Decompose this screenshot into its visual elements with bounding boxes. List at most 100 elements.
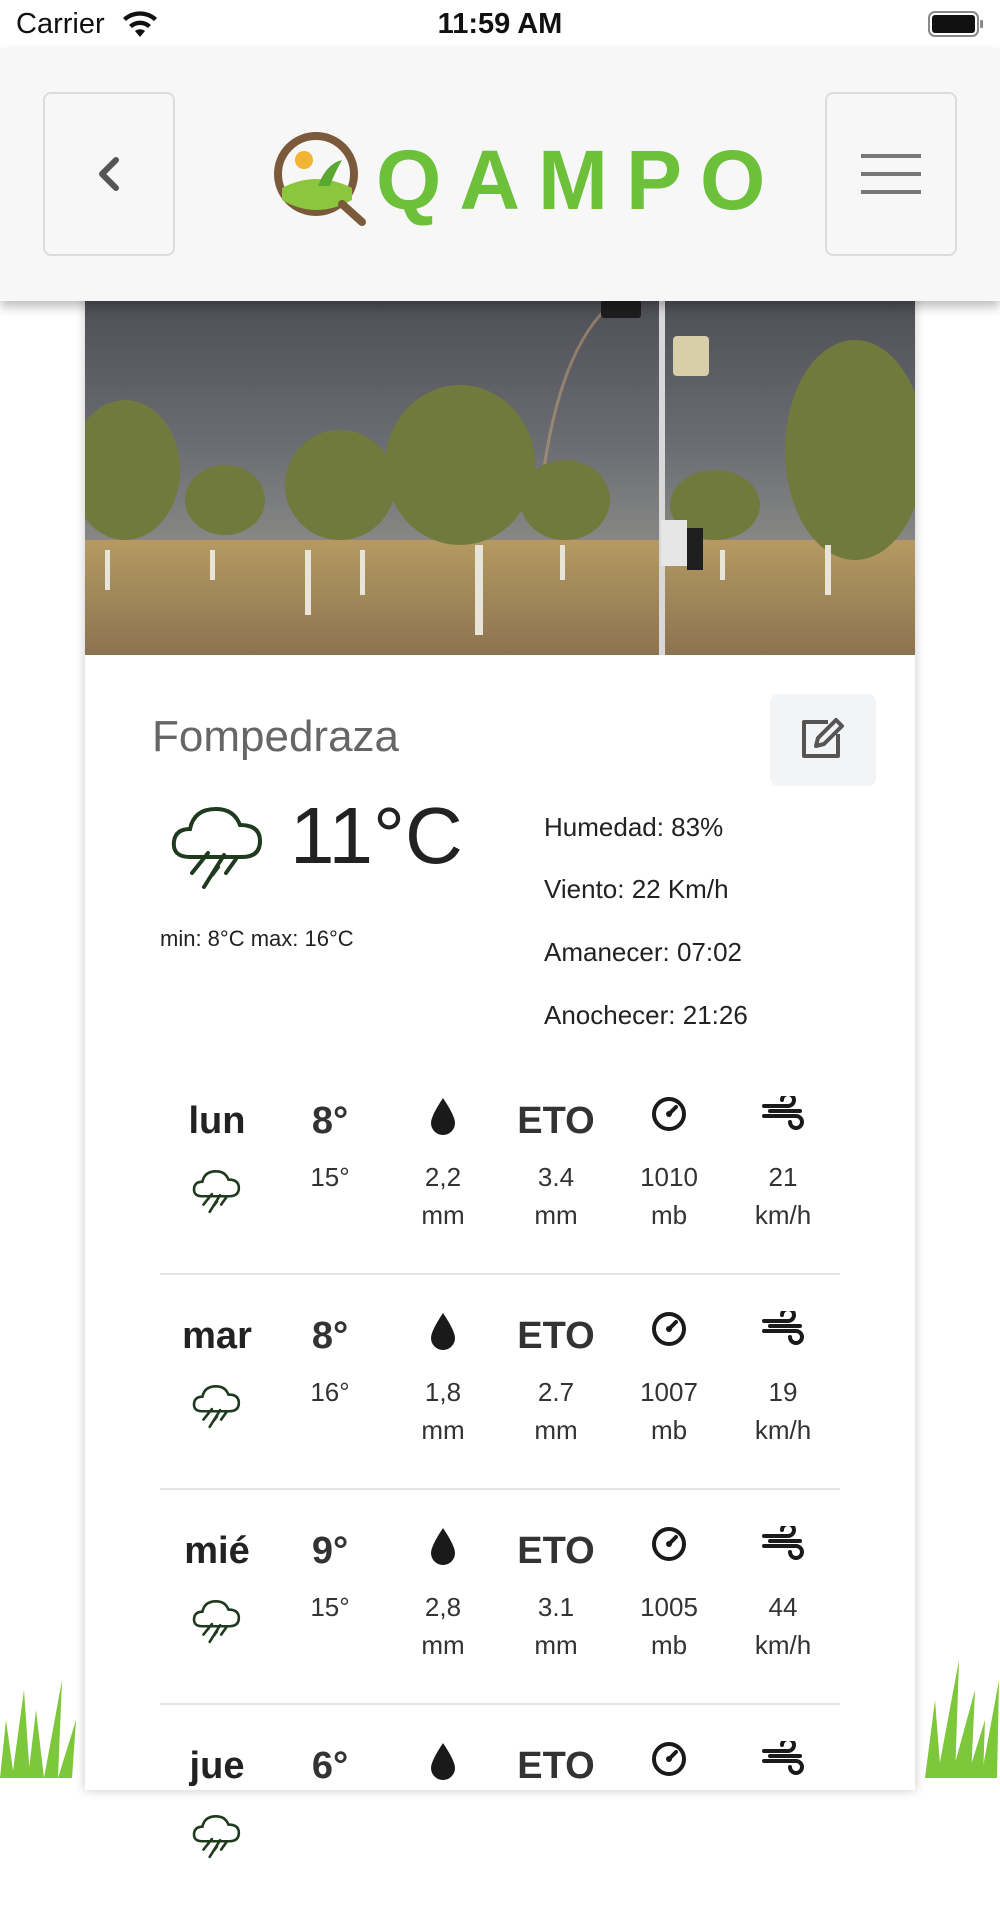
menu-button[interactable] xyxy=(825,92,957,256)
app-logo: QAMPO xyxy=(272,128,765,228)
rain-drop-icon xyxy=(431,1313,455,1350)
eto-unit: mm xyxy=(534,1415,578,1445)
rain-cloud-icon xyxy=(171,806,263,889)
eto-value: 2.7 xyxy=(537,1377,575,1407)
edit-icon xyxy=(802,718,844,758)
forecast-day: mar xyxy=(182,1315,252,1357)
forecast-pressure: 1007 mb xyxy=(612,1373,726,1449)
forecast-pressure: 1010 mb xyxy=(612,1158,726,1234)
forecast-eto: 3.1 mm xyxy=(499,1588,613,1664)
clock: 11:59 AM xyxy=(437,8,563,40)
rain-value: 1,8 xyxy=(424,1377,462,1407)
wind-value: 19 xyxy=(768,1377,798,1407)
forecast-high: 15° xyxy=(310,1162,350,1192)
forecast-low: 9° xyxy=(311,1530,349,1572)
pressure-unit: mb xyxy=(650,1200,688,1230)
eto-label: ETO xyxy=(517,1530,595,1572)
wind-icon-wrap xyxy=(726,1526,840,1570)
edit-button[interactable] xyxy=(770,694,876,786)
forecast-wind: 19 km/h xyxy=(726,1373,840,1449)
forecast-high: 15° xyxy=(310,1592,350,1622)
wind-unit: km/h xyxy=(754,1200,812,1230)
temperature-minmax: min: 8°C max: 16°C xyxy=(160,926,354,951)
rain-cloud-small-icon xyxy=(192,1814,241,1859)
rain-unit: mm xyxy=(421,1200,465,1230)
pressure-gauge-icon xyxy=(652,1742,686,1776)
rain-unit: mm xyxy=(421,1630,465,1660)
eto-label: ETO xyxy=(517,1100,595,1142)
wind-value: 21 xyxy=(768,1162,798,1192)
forecast-row: mar 8° 16° 1,8 mm ETO 2.7 mm 1007 mb 19 km/h xyxy=(160,1275,840,1490)
forecast-day: jue xyxy=(189,1745,245,1787)
wind-icon xyxy=(762,1311,804,1345)
battery-icon xyxy=(928,11,983,37)
rain-drop-icon-wrap xyxy=(386,1311,500,1355)
pressure-value: 1007 xyxy=(640,1377,698,1407)
wind-icon-wrap xyxy=(726,1096,840,1140)
rain-value: 2,2 xyxy=(424,1162,462,1192)
wind-stat: Viento: 22 Km/h xyxy=(544,874,729,904)
rain-cloud-small-icon xyxy=(192,1169,241,1214)
forecast-row: jue 6° ETO xyxy=(160,1705,840,1920)
chevron-left-icon xyxy=(99,157,119,191)
pressure-value: 1005 xyxy=(640,1592,698,1622)
forecast-wind: 44 km/h xyxy=(726,1588,840,1664)
wind-unit: km/h xyxy=(754,1415,812,1445)
wind-icon-wrap xyxy=(726,1311,840,1355)
pressure-unit: mb xyxy=(650,1630,688,1660)
station-photo xyxy=(85,300,915,655)
pressure-value: 1010 xyxy=(640,1162,698,1192)
pressure-icon-wrap xyxy=(612,1311,726,1355)
wind-icon xyxy=(762,1526,804,1560)
forecast-low: 8° xyxy=(311,1315,349,1357)
rain-cloud-small-icon xyxy=(192,1384,241,1429)
rain-drop-icon-wrap xyxy=(386,1526,500,1570)
sunrise-stat: Amanecer: 07:02 xyxy=(544,937,743,967)
forecast-wind: 21 km/h xyxy=(726,1158,840,1234)
back-button[interactable] xyxy=(43,92,175,256)
forecast-high: 16° xyxy=(310,1377,350,1407)
pressure-gauge-icon xyxy=(652,1527,686,1561)
rain-drop-icon xyxy=(431,1743,455,1780)
forecast-low: 6° xyxy=(311,1745,349,1787)
forecast-eto: 3.4 mm xyxy=(499,1158,613,1234)
rain-drop-icon-wrap xyxy=(386,1096,500,1140)
current-temperature: 11°C xyxy=(290,791,463,880)
wind-icon-wrap xyxy=(726,1741,840,1785)
wind-icon xyxy=(762,1096,804,1130)
eto-unit: mm xyxy=(534,1630,578,1660)
forecast-weather-icon xyxy=(160,1164,274,1216)
forecast-rain: 2,8 mm xyxy=(386,1588,500,1664)
forecast-row: lun 8° 15° 2,2 mm ETO 3.4 mm 1010 mb 21 km/h xyxy=(160,1060,840,1275)
forecast-weather-icon xyxy=(160,1809,274,1861)
rain-value: 2,8 xyxy=(424,1592,462,1622)
eto-value: 3.4 xyxy=(537,1162,575,1192)
logo-text: QAMPO xyxy=(376,133,784,227)
forecast-low: 8° xyxy=(311,1100,349,1142)
logo-mark-icon xyxy=(274,132,366,226)
pressure-icon-wrap xyxy=(612,1741,726,1785)
eto-value: 3.1 xyxy=(537,1592,575,1622)
sunset-stat: Anochecer: 21:26 xyxy=(544,1000,748,1030)
eto-label: ETO xyxy=(517,1315,595,1357)
humidity-stat: Humedad: 83% xyxy=(544,812,724,842)
rain-drop-icon-wrap xyxy=(386,1741,500,1785)
forecast-weather-icon xyxy=(160,1594,274,1646)
forecast-pressure: 1005 mb xyxy=(612,1588,726,1664)
app-header: QAMPO xyxy=(0,48,1000,301)
rain-drop-icon xyxy=(431,1098,455,1135)
wind-value: 44 xyxy=(768,1592,798,1622)
status-bar: Carrier 11:59 AM xyxy=(0,0,1000,48)
rain-unit: mm xyxy=(421,1415,465,1445)
forecast-rain: 1,8 mm xyxy=(386,1373,500,1449)
forecast-day: lun xyxy=(188,1100,246,1142)
wind-icon xyxy=(762,1741,804,1775)
pressure-unit: mb xyxy=(650,1415,688,1445)
forecast-rain: 2,2 mm xyxy=(386,1158,500,1234)
grass-decoration xyxy=(0,1680,76,1778)
grass-decoration xyxy=(925,1660,999,1778)
rain-cloud-small-icon xyxy=(192,1599,241,1644)
eto-label: ETO xyxy=(517,1745,595,1787)
rain-drop-icon xyxy=(431,1528,455,1565)
pressure-icon-wrap xyxy=(612,1526,726,1570)
